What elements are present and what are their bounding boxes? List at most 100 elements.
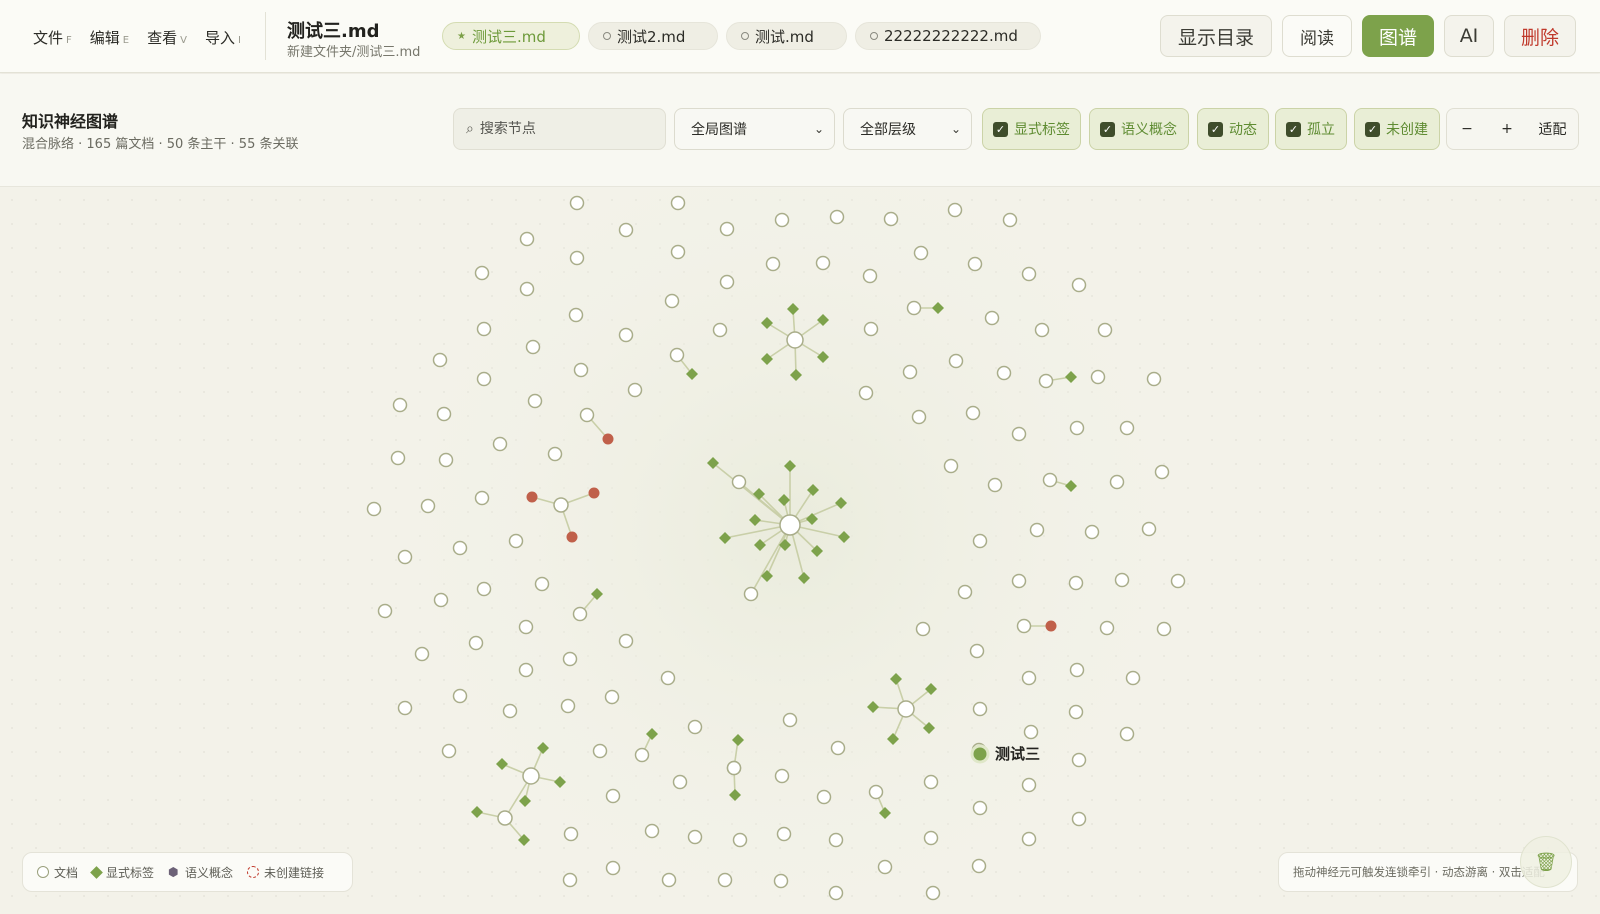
document-node[interactable]: [967, 256, 983, 272]
document-node[interactable]: [438, 452, 454, 468]
checkbox-checked-icon[interactable]: ✓: [993, 121, 1008, 137]
document-node[interactable]: [634, 747, 650, 763]
document-node[interactable]: [660, 670, 676, 686]
document-node[interactable]: [476, 371, 492, 387]
document-node[interactable]: [948, 353, 964, 369]
document-node[interactable]: [1071, 752, 1087, 768]
document-node[interactable]: [1119, 420, 1135, 436]
document-node[interactable]: [858, 385, 874, 401]
document-node[interactable]: [687, 829, 703, 845]
trash-icon[interactable]: 🗑: [1520, 836, 1572, 888]
document-node[interactable]: [1068, 704, 1084, 720]
document-node[interactable]: [972, 701, 988, 717]
document-node[interactable]: [816, 789, 832, 805]
document-node[interactable]: [669, 347, 685, 363]
document-node[interactable]: [947, 202, 963, 218]
document-node[interactable]: [731, 474, 747, 490]
zoom-fit-button[interactable]: 适配: [1527, 119, 1578, 139]
document-node[interactable]: [377, 603, 393, 619]
document-node[interactable]: [562, 651, 578, 667]
tab-test-2[interactable]: 测试2.md: [588, 22, 718, 50]
document-node[interactable]: [779, 514, 801, 536]
document-node[interactable]: [605, 860, 621, 876]
document-node[interactable]: [569, 250, 585, 266]
menu-import[interactable]: 导入 I: [205, 27, 241, 48]
document-node[interactable]: [508, 533, 524, 549]
filter-dynamic[interactable]: ✓ 动态: [1197, 108, 1269, 150]
document-node[interactable]: [786, 331, 804, 349]
document-node[interactable]: [627, 382, 643, 398]
document-node[interactable]: [1021, 831, 1037, 847]
document-node[interactable]: [732, 832, 748, 848]
document-node[interactable]: [906, 300, 922, 316]
document-node[interactable]: [911, 409, 927, 425]
filter-explicit-tags[interactable]: ✓ 显式标签: [982, 108, 1081, 150]
document-node[interactable]: [987, 477, 1003, 493]
document-node[interactable]: [828, 832, 844, 848]
document-node[interactable]: [568, 307, 584, 323]
document-node[interactable]: [518, 662, 534, 678]
document-node[interactable]: [1042, 472, 1058, 488]
document-node[interactable]: [883, 211, 899, 227]
document-node[interactable]: [519, 281, 535, 297]
tab-22222222222[interactable]: 22222222222.md: [855, 22, 1041, 50]
checkbox-checked-icon[interactable]: ✓: [1365, 121, 1380, 137]
document-node[interactable]: [782, 712, 798, 728]
document-node[interactable]: [547, 446, 563, 462]
document-node[interactable]: [1099, 620, 1115, 636]
document-node[interactable]: [1011, 426, 1027, 442]
document-node[interactable]: [1154, 464, 1170, 480]
document-node[interactable]: [618, 327, 634, 343]
document-node[interactable]: [569, 195, 585, 211]
document-node[interactable]: [474, 490, 490, 506]
document-node[interactable]: [476, 581, 492, 597]
document-node[interactable]: [420, 498, 436, 514]
document-node[interactable]: [1021, 266, 1037, 282]
document-node[interactable]: [476, 321, 492, 337]
document-node[interactable]: [432, 352, 448, 368]
document-node[interactable]: [923, 830, 939, 846]
document-node[interactable]: [366, 501, 382, 517]
document-node[interactable]: [592, 743, 608, 759]
document-node[interactable]: [776, 826, 792, 842]
document-node[interactable]: [984, 310, 1000, 326]
document-node[interactable]: [670, 195, 686, 211]
document-node[interactable]: [972, 800, 988, 816]
document-node[interactable]: [877, 859, 893, 875]
document-node[interactable]: [1071, 811, 1087, 827]
uncreated-node[interactable]: [588, 487, 600, 499]
document-node[interactable]: [1011, 573, 1027, 589]
document-node[interactable]: [1170, 573, 1186, 589]
document-node[interactable]: [664, 293, 680, 309]
document-node[interactable]: [1146, 371, 1162, 387]
document-node[interactable]: [414, 646, 430, 662]
document-node[interactable]: [497, 810, 513, 826]
document-node[interactable]: [774, 212, 790, 228]
uncreated-node[interactable]: [602, 433, 614, 445]
level-select[interactable]: 全部层级 ⌄: [843, 108, 972, 150]
document-node[interactable]: [1109, 474, 1125, 490]
document-node[interactable]: [923, 774, 939, 790]
document-node[interactable]: [390, 450, 406, 466]
document-node[interactable]: [534, 576, 550, 592]
filter-uncreated[interactable]: ✓ 未创建: [1354, 108, 1440, 150]
graph-button[interactable]: 图谱: [1362, 15, 1434, 57]
graph-svg[interactable]: 测试三: [0, 188, 1600, 914]
document-node[interactable]: [436, 406, 452, 422]
document-node[interactable]: [1034, 322, 1050, 338]
document-node[interactable]: [518, 619, 534, 635]
document-node[interactable]: [717, 872, 733, 888]
document-node[interactable]: [913, 245, 929, 261]
menu-edit[interactable]: 编辑 E: [90, 27, 129, 48]
delete-button[interactable]: 删除: [1504, 15, 1576, 57]
checkbox-checked-icon[interactable]: ✓: [1208, 121, 1223, 137]
document-node[interactable]: [868, 784, 884, 800]
checkbox-checked-icon[interactable]: ✓: [1286, 121, 1301, 137]
document-node[interactable]: [670, 244, 686, 260]
document-node[interactable]: [1021, 777, 1037, 793]
checkbox-checked-icon[interactable]: ✓: [1100, 121, 1115, 137]
document-node[interactable]: [527, 393, 543, 409]
document-node[interactable]: [1125, 670, 1141, 686]
current-document-node[interactable]: [970, 744, 990, 764]
document-node[interactable]: [644, 823, 660, 839]
